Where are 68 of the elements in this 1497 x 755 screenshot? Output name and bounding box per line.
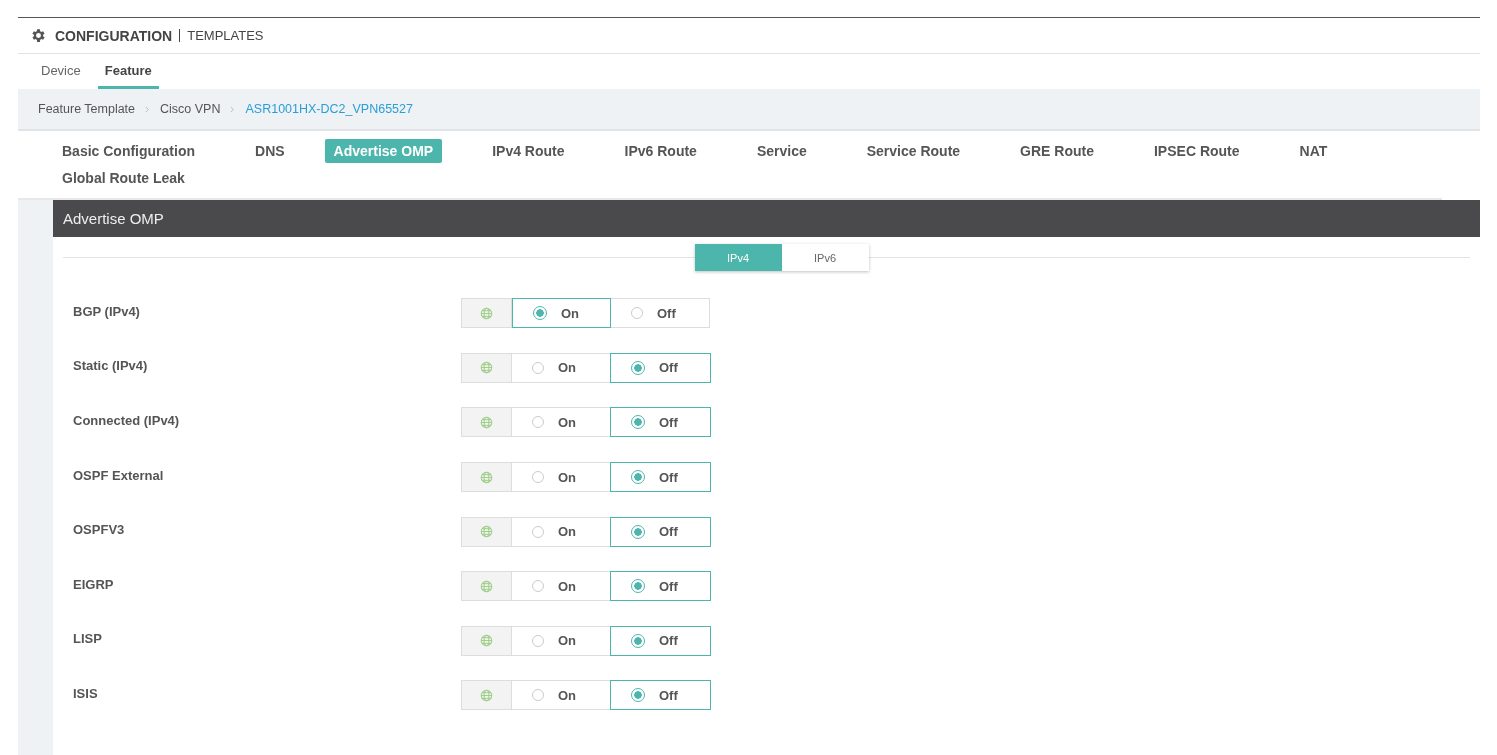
scope-button[interactable] [461,298,512,329]
radio-option[interactable]: On [512,571,611,602]
radio-option[interactable]: On [512,407,611,438]
radio-icon [631,415,645,430]
scope-button[interactable] [461,462,512,493]
globe-icon [480,688,493,702]
radio-icon [631,688,645,703]
radio-option[interactable]: On [512,680,611,711]
scope-button[interactable] [461,625,512,656]
radio-icon [631,360,645,375]
radio-icon [631,524,645,539]
breadcrumb-item: Feature Template [38,102,136,116]
globe-icon [480,634,493,648]
radio-option[interactable]: On [512,625,611,656]
panel-header: Advertise OMP [53,200,1480,237]
field-label: OSPFV3 [72,522,126,538]
globe-icon [480,306,493,320]
chevron-icon [145,105,151,113]
globe-icon [480,361,493,375]
radio-option[interactable]: On [512,298,611,329]
globe-icon [480,470,493,484]
chevron-icon [230,105,236,113]
field-label: Static (IPv4) [72,358,149,374]
scope-button[interactable] [461,352,512,383]
scope-button[interactable] [461,571,512,602]
radio-option[interactable]: On [512,516,611,547]
radio-option[interactable]: Off [610,571,711,602]
field-label: LISP [72,631,103,647]
radio-option[interactable]: Off [610,352,711,383]
section-tab[interactable]: IPv6 Route [624,139,697,163]
page-subtitle: TEMPLATES [187,28,264,43]
radio-icon [533,306,547,321]
globe-icon [480,416,493,429]
section-tab[interactable]: Global Route Leak [62,166,185,190]
radio-icon [631,633,645,648]
field-label: BGP (IPv4) [72,303,141,319]
radio-option[interactable]: Off [611,298,710,329]
section-tab[interactable]: Service [756,139,807,163]
field-label: EIGRP [72,576,115,592]
tab[interactable]: Device [34,54,88,89]
radio-option[interactable]: On [512,352,611,383]
radio-option[interactable]: Off [610,462,711,493]
field-label: ISIS [72,685,99,701]
section-tab[interactable]: Service Route [866,139,961,163]
radio-option[interactable]: Off [610,516,711,547]
radio-option[interactable]: On [512,462,611,493]
breadcrumb-item: Cisco VPN [160,102,221,116]
radio-icon [631,470,645,485]
field-label: Connected (IPv4) [72,413,181,428]
section-tab[interactable]: DNS [255,139,285,163]
scope-button[interactable] [461,680,512,711]
radio-option[interactable]: Off [610,680,711,711]
section-tab[interactable]: NAT [1299,139,1328,163]
scope-button[interactable] [461,516,512,547]
section-tab[interactable]: IPSEC Route [1154,139,1240,163]
field-label: OSPF External [72,467,165,483]
radio-icon [631,579,645,594]
globe-icon [480,525,493,539]
radio-option[interactable]: Off [610,407,711,438]
radio-option[interactable]: Off [610,625,711,656]
page-title: CONFIGURATION [55,27,173,44]
section-tab[interactable]: IPv4 Route [492,139,565,163]
scope-button[interactable] [461,407,512,438]
globe-icon [480,579,493,593]
gear-icon [30,27,47,44]
section-tab[interactable]: GRE Route [1020,139,1094,163]
segment-button[interactable]: IPv6 [781,244,869,271]
section-tab[interactable]: Basic Configuration [62,139,195,163]
